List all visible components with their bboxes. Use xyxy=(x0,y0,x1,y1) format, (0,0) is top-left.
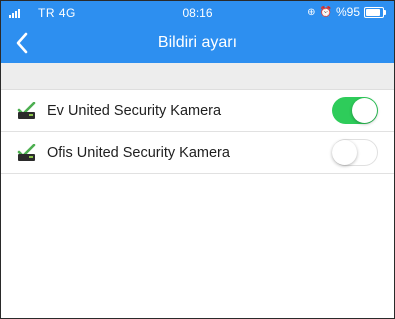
section-spacer xyxy=(1,63,394,90)
toggle-knob xyxy=(332,139,357,165)
camera-device-icon xyxy=(17,101,36,119)
device-name: Ev United Security Kamera xyxy=(47,102,222,119)
notification-toggle-ev[interactable] xyxy=(332,97,378,124)
device-name: Ofis United Security Kamera xyxy=(47,144,230,161)
phone-screen: TR 4G 08:16 ⊕ ⏰ %95 Bildiri ayarı Ev Uni… xyxy=(0,0,395,319)
screen-lock-icon: ⊕ xyxy=(307,6,316,18)
camera-device-icon xyxy=(17,143,36,161)
header: TR 4G 08:16 ⊕ ⏰ %95 Bildiri ayarı xyxy=(1,1,394,63)
toggle-knob xyxy=(352,98,377,123)
status-bar: TR 4G 08:16 ⊕ ⏰ %95 xyxy=(1,1,394,23)
battery-icon xyxy=(364,6,386,18)
device-row-ofis: Ofis United Security Kamera xyxy=(1,132,394,174)
alarm-icon: ⏰ xyxy=(319,6,332,18)
nav-bar: Bildiri ayarı xyxy=(1,23,394,63)
status-right: ⊕ ⏰ %95 xyxy=(307,5,386,19)
device-row-ev: Ev United Security Kamera xyxy=(1,90,394,132)
page-title: Bildiri ayarı xyxy=(157,34,238,51)
notification-toggle-ofis[interactable] xyxy=(332,139,378,166)
battery-percent: %95 xyxy=(335,5,360,19)
